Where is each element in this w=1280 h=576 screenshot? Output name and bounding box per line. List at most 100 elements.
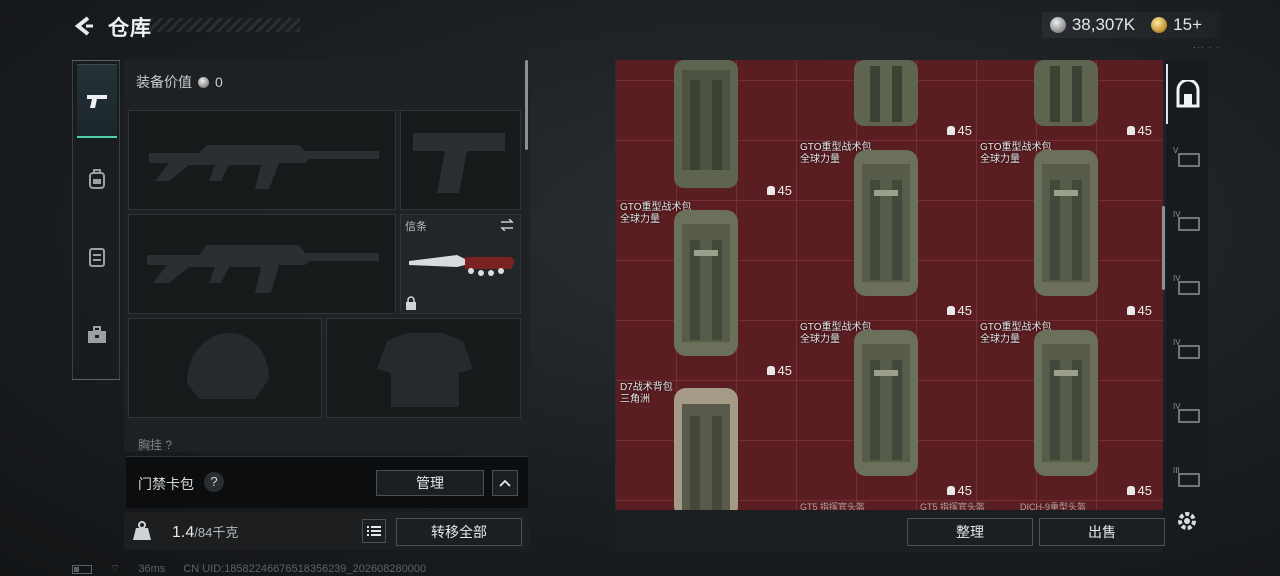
weight-icon [133, 521, 151, 540]
chevron-left-icon [74, 16, 93, 36]
tab-case[interactable] [77, 298, 117, 372]
storage-item[interactable]: GTO重型战术包 全球力量 45 [976, 320, 1156, 500]
equipment-value-amount: 0 [215, 74, 223, 90]
equipment-panel: 装备价值 0 信条 胸挂 ? [124, 60, 530, 452]
currency-subtext: ··· · · [1193, 42, 1220, 52]
tab-vest[interactable] [77, 220, 117, 294]
tier-item-icon: IV [1173, 338, 1200, 359]
backpack-icon [89, 169, 105, 189]
tier-item-icon: IV [1173, 210, 1200, 231]
tier-item-icon: IV [1173, 274, 1200, 295]
peek-row: GT5 指挥官头盔 GT5 指挥官头盔 DICH-9重型头盔 [616, 500, 1163, 510]
backpack-icon [1034, 60, 1098, 126]
gold-currency-value: 15+ [1173, 15, 1202, 34]
primary-weapon-slot-2[interactable] [128, 214, 396, 314]
keycard-pack-label: 门禁卡包 [138, 476, 194, 492]
equipment-scrollbar[interactable] [525, 60, 528, 150]
gear-icon [1178, 512, 1196, 530]
rifle-silhouette-icon [149, 145, 379, 189]
equipment-value-label: 装备价值 [136, 74, 192, 90]
pistol-icon [87, 94, 107, 108]
tab-tier-iii[interactable]: III [1166, 446, 1208, 506]
help-button[interactable]: ? [204, 472, 224, 492]
back-button[interactable] [70, 12, 98, 40]
storage-item[interactable]: GTO重型战术包 全球力量 45 [796, 320, 976, 500]
tab-tier-iv[interactable]: IV [1166, 382, 1208, 442]
equipment-value: 装备价值 0 [136, 72, 223, 92]
backpack-icon [1034, 330, 1098, 476]
backpack-icon [674, 210, 738, 356]
organize-button[interactable]: 整理 [907, 518, 1033, 546]
toolbox-icon [88, 326, 106, 343]
tab-tier-v[interactable]: V [1166, 126, 1208, 186]
armor-slot[interactable] [326, 318, 521, 418]
silver-coin-icon [198, 76, 209, 88]
item-name: DICH-9重型头盔 [1020, 502, 1087, 510]
storage-item[interactable]: 45 [796, 60, 976, 140]
lock-icon [406, 296, 416, 310]
tier-item-icon: IV [1173, 402, 1200, 423]
helmet-slot[interactable] [128, 318, 322, 418]
weight-icon [946, 126, 955, 135]
tier-item-icon: V [1173, 146, 1200, 167]
storage-item[interactable]: D7战术背包 三角洲 [616, 380, 796, 510]
manage-button[interactable]: 管理 [376, 470, 484, 496]
vest-icon [89, 248, 105, 267]
collapse-button[interactable] [492, 470, 518, 496]
tab-tier-iv[interactable]: IV [1166, 254, 1208, 314]
backpack-icon [674, 388, 738, 510]
weight-icon [1126, 306, 1135, 315]
item-quantity: 45 [766, 363, 792, 378]
list-icon [367, 526, 381, 536]
weight-icon [766, 366, 775, 375]
storage-item[interactable]: 45 [616, 60, 796, 200]
svg-text:V: V [1173, 146, 1179, 155]
equipment-tab-rail [72, 60, 120, 380]
tab-storage-all[interactable] [1166, 64, 1208, 124]
weight-icon [1126, 486, 1135, 495]
tab-weapon[interactable] [77, 64, 117, 138]
list-view-button[interactable] [362, 519, 386, 543]
ping-value: 36ms [138, 563, 166, 575]
weight-icon [946, 306, 955, 315]
backpack-icon [854, 150, 918, 296]
storage-icon [1176, 80, 1200, 108]
backpack-icon [1034, 150, 1098, 296]
melee-slot[interactable]: 信条 [400, 214, 521, 314]
tab-backpack[interactable] [77, 142, 117, 216]
backpack-icon [674, 60, 738, 188]
page-title: 仓库 [108, 17, 152, 40]
weight-icon [946, 486, 955, 495]
storage-item[interactable]: GTO重型战术包 全球力量 45 [976, 140, 1156, 320]
tier-item-icon: III [1173, 466, 1200, 487]
status-bar: ⌔ 36ms CN UID:185822466765183562​39_2026… [72, 562, 426, 576]
sidearm-slot[interactable] [400, 110, 521, 210]
weight-bar: 1.4/84千克 转移全部 [124, 512, 530, 550]
primary-weapon-slot-1[interactable] [128, 110, 396, 210]
storage-item[interactable]: GTO重型战术包 全球力量 45 [616, 200, 796, 380]
item-quantity: 45 [1126, 483, 1152, 498]
tab-tier-iv[interactable]: IV [1166, 190, 1208, 250]
gold-coin-icon [1151, 17, 1168, 33]
item-quantity: 45 [766, 183, 792, 198]
currency-display[interactable]: 38,307K 15+ [1041, 12, 1220, 38]
tab-tier-iv[interactable]: IV [1166, 318, 1208, 378]
knife-icon [409, 255, 515, 276]
pistol-silhouette-icon [413, 133, 505, 193]
transfer-all-button[interactable]: 转移全部 [396, 518, 522, 546]
rail-bottom-cap [72, 379, 120, 380]
rail-top-cap [72, 60, 120, 61]
uid-text: CN UID:185822466765183562​39_20260828000… [183, 563, 427, 575]
item-quantity: 45 [946, 483, 972, 498]
backpack-icon [854, 330, 918, 476]
storage-scrollbar[interactable] [1162, 206, 1165, 290]
settings-button[interactable] [1172, 506, 1202, 536]
storage-footer: 整理 出售 [615, 510, 1165, 552]
title-decoration [150, 18, 300, 32]
keycard-pack-bar: 门禁卡包 ? 管理 [126, 456, 528, 508]
sell-button[interactable]: 出售 [1039, 518, 1165, 546]
storage-grid[interactable]: 45 45 45 GTO重型战术包全球力量 45 GTO重型战术包全球力量 [615, 60, 1163, 510]
item-quantity: 45 [946, 123, 972, 138]
storage-item[interactable]: GTO重型战术包 全球力量 45 [796, 140, 976, 320]
storage-item[interactable]: 45 [976, 60, 1156, 140]
